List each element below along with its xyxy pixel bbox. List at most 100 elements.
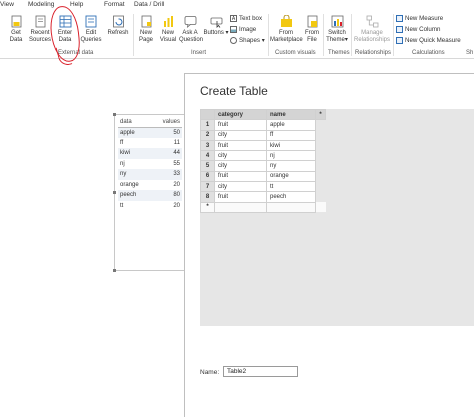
- marketplace-icon: [280, 14, 293, 28]
- grid-cell[interactable]: apple: [266, 119, 316, 131]
- row-number[interactable]: 8: [200, 191, 215, 203]
- recent-sources-button[interactable]: Recent Sources: [28, 15, 52, 44]
- visual-cell: ff: [120, 139, 124, 146]
- grid-empty: [315, 171, 326, 182]
- grid-cell[interactable]: fruit: [214, 139, 267, 152]
- ribbon-separator: [133, 14, 134, 56]
- grid-cell[interactable]: ff: [266, 129, 316, 141]
- grid-cell[interactable]: city: [214, 181, 267, 193]
- ask-question-button[interactable]: Ask A Question: [179, 15, 203, 44]
- grid-cell[interactable]: fruit: [214, 170, 267, 183]
- grid-empty: [315, 150, 326, 161]
- new-column-label: New Column: [405, 26, 441, 33]
- grid-cell[interactable]: kiwi: [266, 139, 316, 152]
- create-table-dialog: Create Table category name * 1 fruit apple…: [184, 73, 474, 417]
- grid-corner[interactable]: [200, 108, 215, 121]
- table-row: apple 50: [118, 127, 182, 138]
- tab-help[interactable]: Help: [70, 1, 83, 8]
- refresh-button[interactable]: Refresh: [106, 15, 130, 37]
- from-marketplace-button[interactable]: From Marketplace: [270, 14, 303, 44]
- manage-relationships-button[interactable]: Manage Relationships: [353, 15, 391, 44]
- tab-view[interactable]: View: [0, 1, 14, 8]
- theme-icon: [331, 15, 344, 28]
- grid-cell-new[interactable]: [266, 201, 316, 213]
- new-page-button[interactable]: New Page: [136, 15, 156, 44]
- text-box-button[interactable]: A Text box: [230, 15, 262, 22]
- grid-cell-new[interactable]: [214, 201, 267, 213]
- tab-format[interactable]: Format: [104, 1, 125, 8]
- row-number[interactable]: 4: [200, 150, 215, 162]
- table-visual[interactable]: data values apple 50 ff 11 kiwi 44 nj 55 ny 3…: [113, 113, 186, 272]
- from-marketplace-label: From Marketplace: [270, 30, 303, 43]
- row-number[interactable]: 5: [200, 160, 215, 172]
- new-visual-label: New Visual: [159, 30, 177, 43]
- tab-modeling[interactable]: Modeling: [28, 1, 54, 8]
- visual-col-header[interactable]: values: [149, 117, 182, 128]
- visual-cell: 55: [173, 160, 180, 167]
- new-quick-measure-button[interactable]: New Quick Measure: [396, 37, 461, 44]
- visual-cell: 20: [173, 202, 180, 209]
- table-row: ff 11: [118, 138, 182, 149]
- get-data-button[interactable]: Get Data: [6, 15, 26, 44]
- new-column-button[interactable]: New Column: [396, 26, 440, 33]
- switch-theme-button[interactable]: Switch Theme▾: [325, 15, 349, 44]
- new-page-icon: [140, 15, 153, 28]
- new-measure-button[interactable]: New Measure: [396, 15, 443, 22]
- column-header-category[interactable]: category: [214, 108, 267, 121]
- new-visual-button[interactable]: New Visual: [158, 15, 178, 44]
- get-data-label: Get Data: [9, 30, 23, 43]
- resize-handle[interactable]: [113, 113, 116, 116]
- refresh-icon: [112, 15, 125, 28]
- table-row: nj 55: [118, 159, 182, 170]
- edit-queries-label: Edit Queries: [80, 30, 102, 43]
- group-label-custom-visuals: Custom visuals: [275, 50, 316, 56]
- visual-cell: nj: [120, 160, 125, 167]
- row-number[interactable]: 1: [200, 119, 215, 131]
- grid-cell[interactable]: peech: [266, 191, 316, 203]
- row-number[interactable]: 6: [200, 170, 215, 183]
- tab-data-drill[interactable]: Data / Drill: [134, 1, 164, 8]
- database-icon: [10, 15, 23, 28]
- buttons-label: Buttons ▾: [203, 30, 229, 37]
- edit-queries-button[interactable]: Edit Queries: [79, 15, 103, 44]
- grid-cell[interactable]: tt: [266, 181, 316, 193]
- image-button[interactable]: Image: [230, 26, 256, 33]
- row-number[interactable]: 3: [200, 139, 215, 152]
- bar-chart-icon: [162, 15, 175, 28]
- visual-cell: 44: [149, 148, 182, 159]
- resize-handle[interactable]: [113, 269, 116, 272]
- chevron-down-icon: ▾: [260, 37, 265, 44]
- visual-col-header[interactable]: data: [118, 117, 150, 128]
- from-file-button[interactable]: From File: [303, 15, 321, 44]
- grid-cell[interactable]: city: [214, 129, 267, 141]
- data-entry-grid-area: category name * 1 fruit apple 2 city ff 3 fru…: [200, 108, 474, 326]
- grid-cell[interactable]: nj: [266, 150, 316, 162]
- column-header-name[interactable]: name: [266, 108, 316, 121]
- group-label-relationships: Relationships: [355, 50, 392, 56]
- row-number[interactable]: 7: [200, 181, 215, 193]
- grid-cell[interactable]: city: [214, 160, 267, 172]
- visual-header-row: data values: [118, 117, 182, 128]
- add-column-icon: *: [319, 111, 322, 118]
- visual-cell: kiwi: [118, 148, 150, 159]
- edit-queries-icon: [85, 15, 98, 28]
- add-column-button[interactable]: *: [315, 108, 326, 121]
- grid-cell[interactable]: city: [214, 150, 267, 162]
- new-page-label: New Page: [138, 30, 153, 43]
- row-number[interactable]: 2: [200, 129, 215, 141]
- table-name-input[interactable]: [223, 366, 298, 377]
- visual-cell: tt: [120, 202, 124, 209]
- grid-cell[interactable]: fruit: [214, 191, 267, 203]
- resize-handle[interactable]: [113, 191, 116, 194]
- buttons-button[interactable]: Buttons ▾: [203, 15, 229, 37]
- grid-cell[interactable]: orange: [266, 170, 316, 183]
- grid-cell[interactable]: fruit: [214, 119, 267, 131]
- grid-empty: [315, 160, 326, 172]
- new-row-marker[interactable]: *: [200, 201, 215, 213]
- grid-cell[interactable]: ny: [266, 160, 316, 172]
- new-quick-measure-label: New Quick Measure: [405, 37, 461, 44]
- menu-bar: View Modeling Help Format Data / Drill: [0, 0, 474, 11]
- shapes-button[interactable]: Shapes ▾: [230, 37, 265, 44]
- calculator-icon: [396, 15, 403, 22]
- visual-cell: orange: [120, 181, 139, 188]
